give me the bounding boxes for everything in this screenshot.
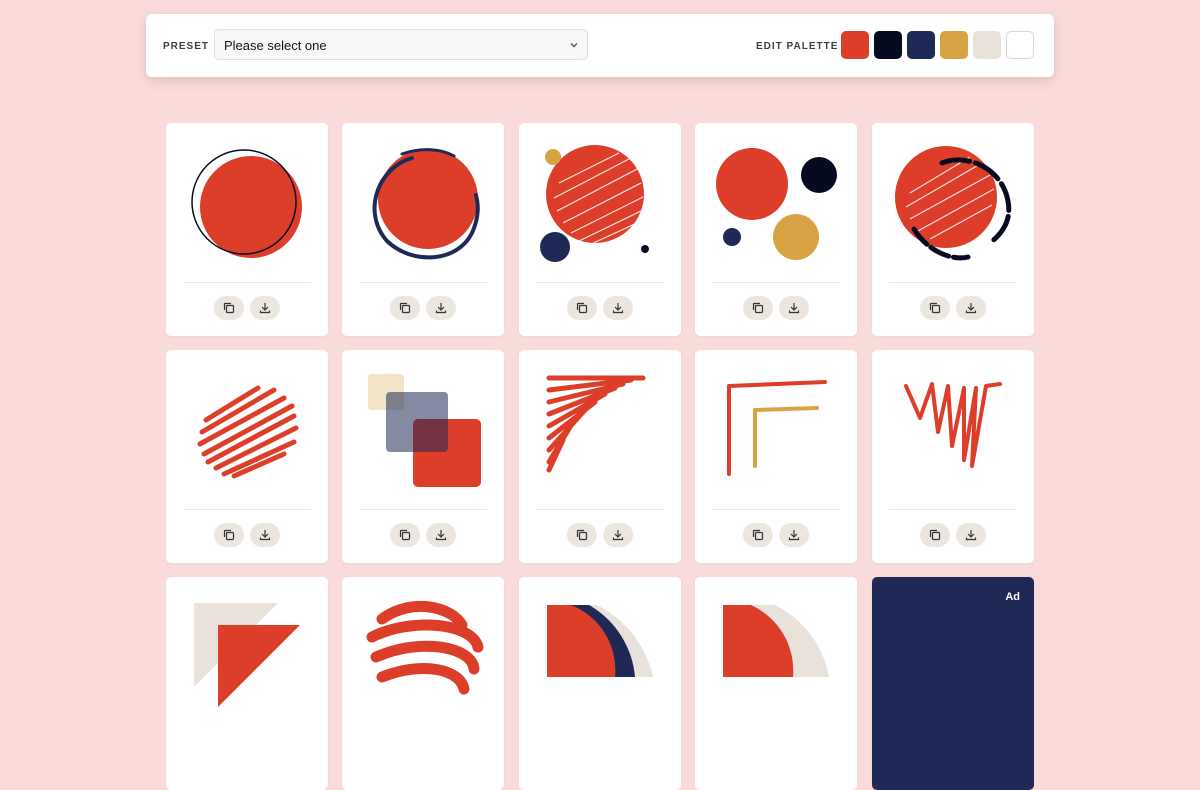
card-divider bbox=[183, 282, 311, 283]
copy-button[interactable] bbox=[390, 296, 420, 320]
artwork-card[interactable] bbox=[872, 350, 1034, 563]
palette-swatch-3[interactable] bbox=[907, 31, 935, 59]
copy-icon bbox=[929, 529, 941, 541]
card-divider bbox=[889, 509, 1017, 510]
copy-button[interactable] bbox=[920, 296, 950, 320]
preset-select[interactable]: Please select one bbox=[214, 29, 588, 60]
artwork-image bbox=[197, 385, 299, 479]
copy-button[interactable] bbox=[214, 523, 244, 547]
card-divider bbox=[889, 282, 1017, 283]
download-button[interactable] bbox=[426, 523, 456, 547]
palette-swatch-5[interactable] bbox=[973, 31, 1001, 59]
download-icon bbox=[259, 530, 271, 541]
artwork-card[interactable] bbox=[872, 123, 1034, 336]
artwork-image bbox=[191, 149, 302, 258]
ad-label: Ad bbox=[1005, 591, 1020, 603]
download-icon bbox=[788, 303, 800, 314]
download-button[interactable] bbox=[779, 523, 809, 547]
edit-palette-label: EDIT PALETTE bbox=[756, 41, 839, 52]
download-icon bbox=[612, 303, 624, 314]
card-divider bbox=[536, 282, 664, 283]
preset-label: PRESET bbox=[163, 41, 210, 52]
copy-button[interactable] bbox=[743, 523, 773, 547]
copy-button[interactable] bbox=[567, 523, 597, 547]
artwork-image bbox=[540, 145, 649, 262]
copy-icon bbox=[223, 302, 235, 314]
artwork-image bbox=[546, 375, 646, 473]
copy-icon bbox=[399, 302, 411, 314]
copy-icon bbox=[929, 302, 941, 314]
copy-icon bbox=[399, 529, 411, 541]
palette-swatch-1[interactable] bbox=[841, 31, 869, 59]
artwork-image bbox=[895, 146, 1012, 261]
download-button[interactable] bbox=[956, 296, 986, 320]
card-divider bbox=[536, 509, 664, 510]
download-button[interactable] bbox=[779, 296, 809, 320]
artwork-card[interactable] bbox=[695, 350, 857, 563]
card-divider bbox=[712, 509, 840, 510]
card-divider bbox=[712, 282, 840, 283]
download-icon bbox=[788, 530, 800, 541]
artwork-card[interactable] bbox=[342, 577, 504, 790]
copy-icon bbox=[752, 529, 764, 541]
artwork-image bbox=[366, 600, 484, 695]
card-divider bbox=[183, 509, 311, 510]
artwork-image bbox=[368, 374, 481, 487]
palette-swatch-6[interactable] bbox=[1006, 31, 1034, 59]
card-divider bbox=[359, 509, 487, 510]
artwork-card[interactable] bbox=[166, 577, 328, 790]
artwork-card[interactable] bbox=[695, 577, 857, 790]
artwork-card[interactable] bbox=[342, 350, 504, 563]
artwork-image bbox=[547, 605, 653, 677]
copy-button[interactable] bbox=[743, 296, 773, 320]
artwork-image bbox=[716, 148, 837, 260]
download-button[interactable] bbox=[603, 523, 633, 547]
toolbar: PRESET Please select one EDIT PALETTE bbox=[146, 14, 1054, 77]
artwork-card[interactable] bbox=[166, 123, 328, 336]
copy-icon bbox=[752, 302, 764, 314]
copy-icon bbox=[576, 302, 588, 314]
download-icon bbox=[435, 530, 447, 541]
artwork-card[interactable] bbox=[519, 577, 681, 790]
artwork-image bbox=[727, 380, 827, 476]
artwork-card[interactable] bbox=[519, 350, 681, 563]
artwork-image bbox=[904, 382, 1002, 468]
card-divider bbox=[359, 282, 487, 283]
download-icon bbox=[965, 303, 977, 314]
download-button[interactable] bbox=[956, 523, 986, 547]
download-icon bbox=[435, 303, 447, 314]
download-button[interactable] bbox=[250, 296, 280, 320]
artwork-card[interactable] bbox=[695, 123, 857, 336]
copy-button[interactable] bbox=[567, 296, 597, 320]
download-button[interactable] bbox=[426, 296, 456, 320]
advertisement-card[interactable]: Ad bbox=[872, 577, 1034, 790]
copy-button[interactable] bbox=[214, 296, 244, 320]
download-icon bbox=[259, 303, 271, 314]
download-icon bbox=[965, 530, 977, 541]
download-icon bbox=[612, 530, 624, 541]
artwork-image bbox=[372, 148, 480, 260]
artwork-card[interactable] bbox=[166, 350, 328, 563]
copy-button[interactable] bbox=[390, 523, 420, 547]
download-button[interactable] bbox=[603, 296, 633, 320]
artwork-image bbox=[194, 603, 300, 707]
palette-swatch-2[interactable] bbox=[874, 31, 902, 59]
copy-icon bbox=[576, 529, 588, 541]
chevron-down-icon bbox=[570, 43, 578, 48]
artwork-card[interactable] bbox=[342, 123, 504, 336]
download-button[interactable] bbox=[250, 523, 280, 547]
copy-icon bbox=[223, 529, 235, 541]
preset-select-value: Please select one bbox=[224, 38, 327, 53]
artwork-image bbox=[723, 605, 829, 677]
artwork-card[interactable] bbox=[519, 123, 681, 336]
copy-button[interactable] bbox=[920, 523, 950, 547]
palette-swatch-4[interactable] bbox=[940, 31, 968, 59]
